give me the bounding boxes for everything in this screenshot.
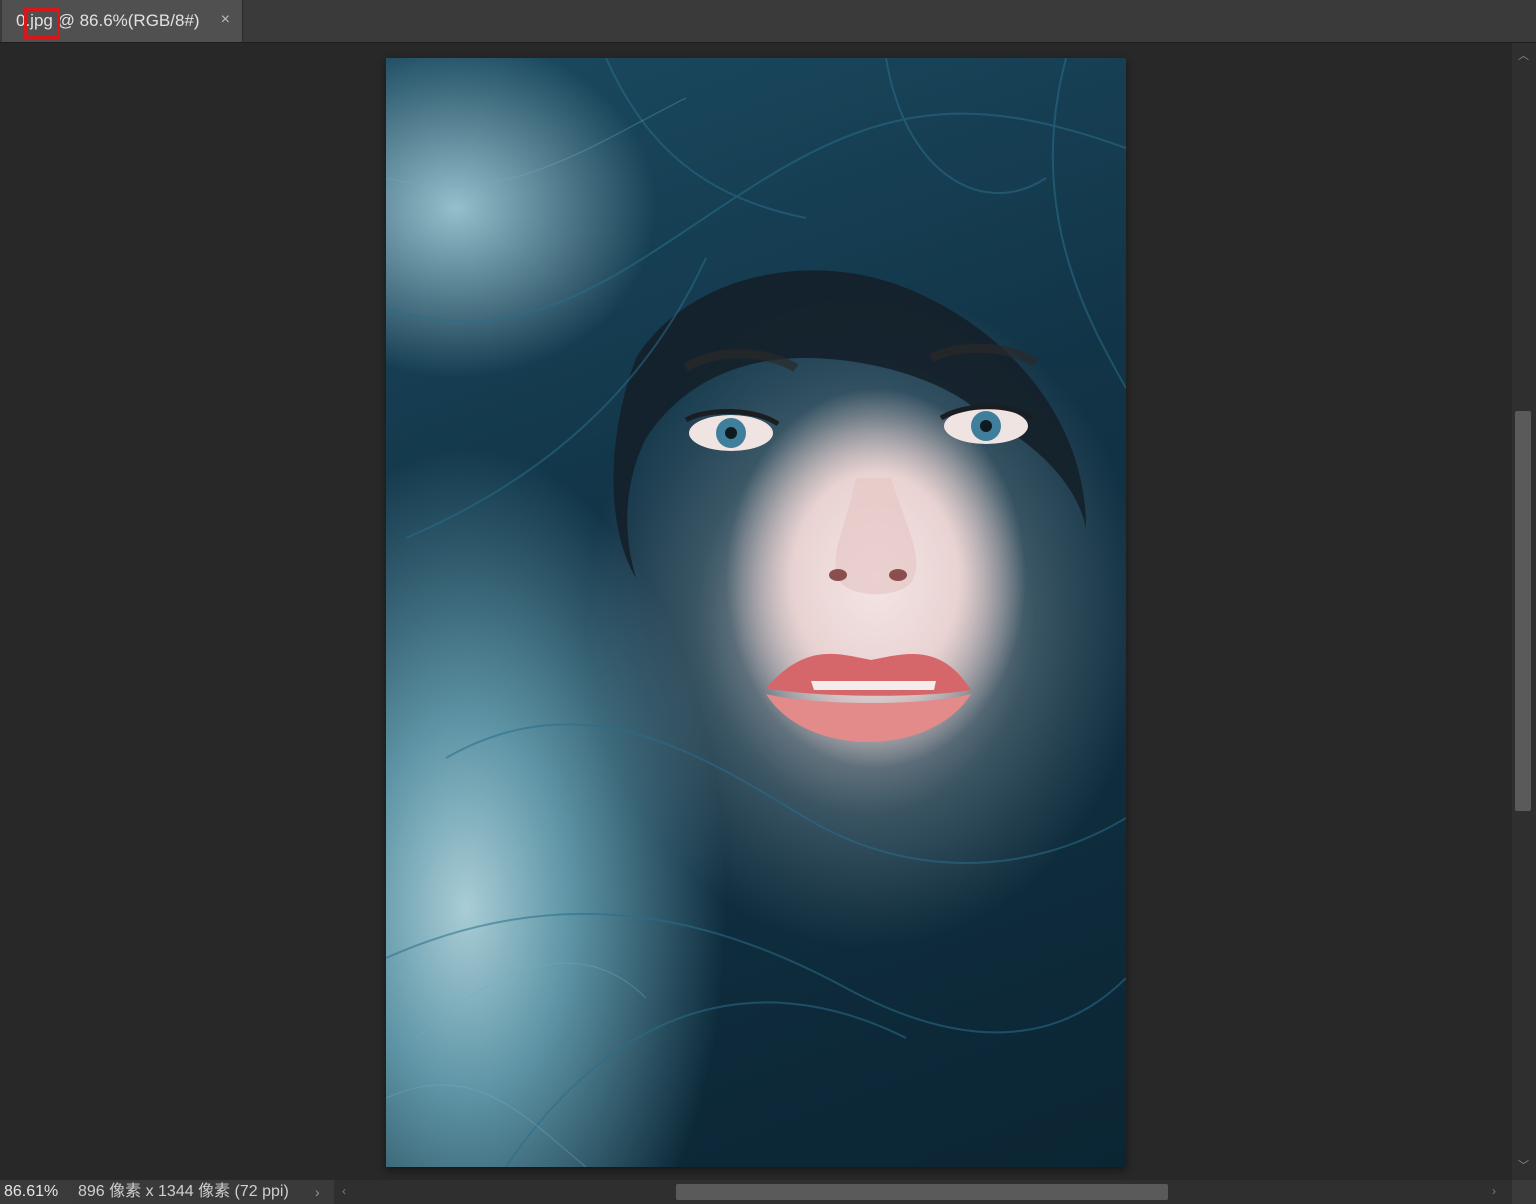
highlight-box: [24, 8, 60, 39]
zoom-level-field[interactable]: 86.61%: [0, 1180, 70, 1204]
status-bar: 86.61% 896 像素 x 1344 像素 (72 ppi) › ‹ ›: [0, 1180, 1536, 1204]
scroll-down-icon[interactable]: ﹀: [1518, 1157, 1529, 1173]
document-info[interactable]: 896 像素 x 1344 像素 (72 ppi): [72, 1180, 334, 1204]
horizontal-scroll-thumb[interactable]: [676, 1184, 1168, 1200]
document-tab-bar: 0.jpg @ 86.6%(RGB/8#) ×: [0, 0, 1536, 43]
scroll-left-icon[interactable]: ‹: [342, 1184, 346, 1198]
close-icon[interactable]: ×: [221, 11, 230, 29]
canvas-area[interactable]: [0, 43, 1512, 1180]
status-menu-arrow-icon[interactable]: ›: [315, 1180, 320, 1204]
document-image[interactable]: [386, 58, 1126, 1167]
vertical-scroll-thumb[interactable]: [1515, 411, 1531, 811]
scroll-right-icon[interactable]: ›: [1492, 1184, 1496, 1198]
scroll-up-icon[interactable]: ︿: [1518, 47, 1529, 63]
portrait-illustration: [386, 58, 1126, 1167]
vertical-scrollbar[interactable]: ︿ ﹀: [1512, 43, 1536, 1180]
horizontal-scrollbar[interactable]: ‹ ›: [334, 1180, 1512, 1204]
